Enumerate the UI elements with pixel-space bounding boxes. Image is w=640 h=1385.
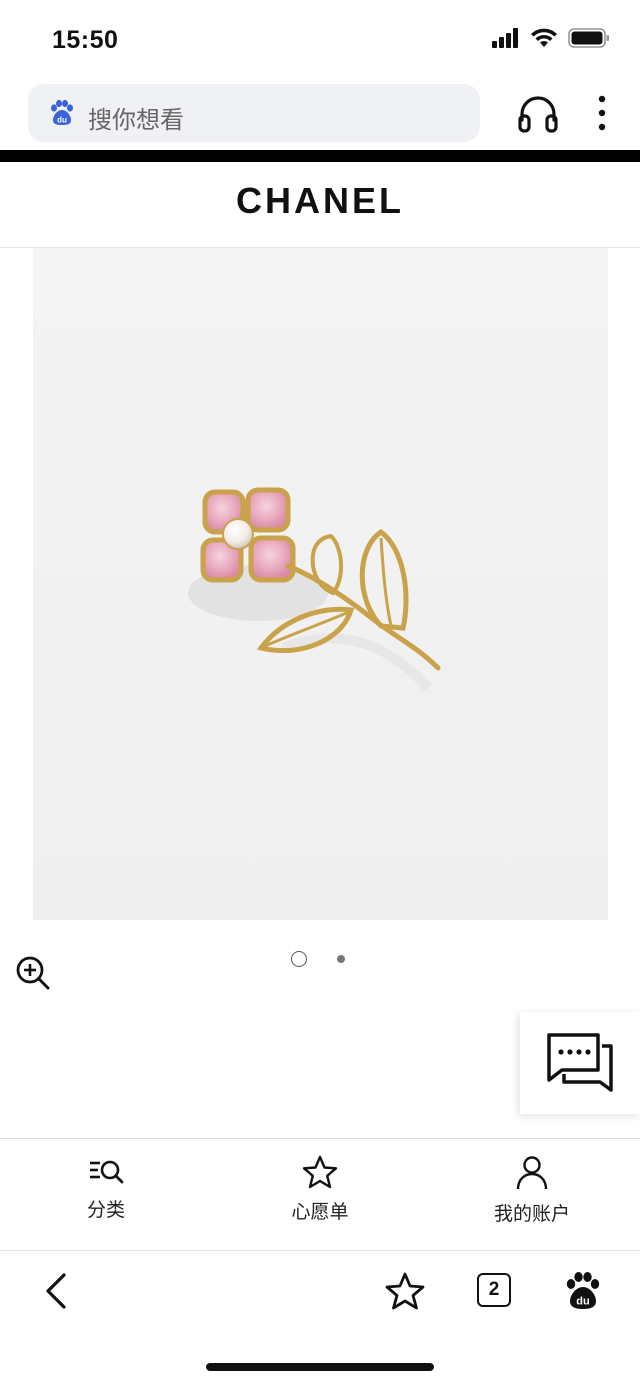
top-divider <box>0 150 640 162</box>
chat-bubbles-icon <box>547 1033 613 1092</box>
nav-item-account[interactable]: 我的账户 <box>452 1155 612 1226</box>
home-indicator <box>206 1363 434 1371</box>
browser-bottom-toolbar: 2 du <box>0 1250 640 1385</box>
bookmark-star-icon[interactable] <box>384 1271 426 1311</box>
user-icon <box>516 1156 548 1190</box>
cellular-signal-icon <box>492 28 518 48</box>
search-input[interactable]: du 搜你想看 <box>28 84 480 142</box>
carousel-dot-active[interactable] <box>291 951 307 967</box>
baidu-paw-icon[interactable]: du <box>563 1271 603 1311</box>
svg-text:du: du <box>576 1296 589 1308</box>
status-time: 15:50 <box>52 26 119 54</box>
site-header: CHANEL <box>0 162 640 248</box>
status-bar: 15:50 <box>0 0 640 80</box>
nav-item-category[interactable]: 分类 <box>26 1155 186 1222</box>
headphones-icon[interactable] <box>516 94 560 134</box>
browser-top-bar: du 搜你想看 <box>0 80 640 150</box>
back-arrow-icon[interactable] <box>40 1271 74 1311</box>
nav-label-category: 分类 <box>86 1199 125 1221</box>
nav-label-account: 我的账户 <box>493 1203 570 1225</box>
wifi-icon <box>531 28 557 47</box>
more-vertical-icon[interactable] <box>590 94 614 134</box>
svg-text:du: du <box>57 116 67 125</box>
brand-logo[interactable]: CHANEL <box>0 180 640 222</box>
category-search-icon <box>90 1160 124 1184</box>
site-bottom-nav: 分类 心愿单 我的账户 <box>0 1138 640 1250</box>
tabs-button[interactable]: 2 <box>477 1273 511 1307</box>
search-placeholder: 搜你想看 <box>88 106 184 134</box>
nav-label-wishlist: 心愿单 <box>291 1201 349 1223</box>
status-icons <box>492 28 610 48</box>
baidu-paw-icon: du <box>51 99 73 125</box>
carousel-dot[interactable] <box>337 955 345 963</box>
product-image[interactable] <box>33 248 608 920</box>
flower-brooch-image <box>188 487 441 692</box>
chat-button[interactable] <box>520 1012 640 1114</box>
nav-item-wishlist[interactable]: 心愿单 <box>240 1155 400 1224</box>
star-outline-icon <box>302 1155 338 1189</box>
battery-icon <box>568 28 609 48</box>
zoom-in-icon[interactable] <box>14 954 52 992</box>
